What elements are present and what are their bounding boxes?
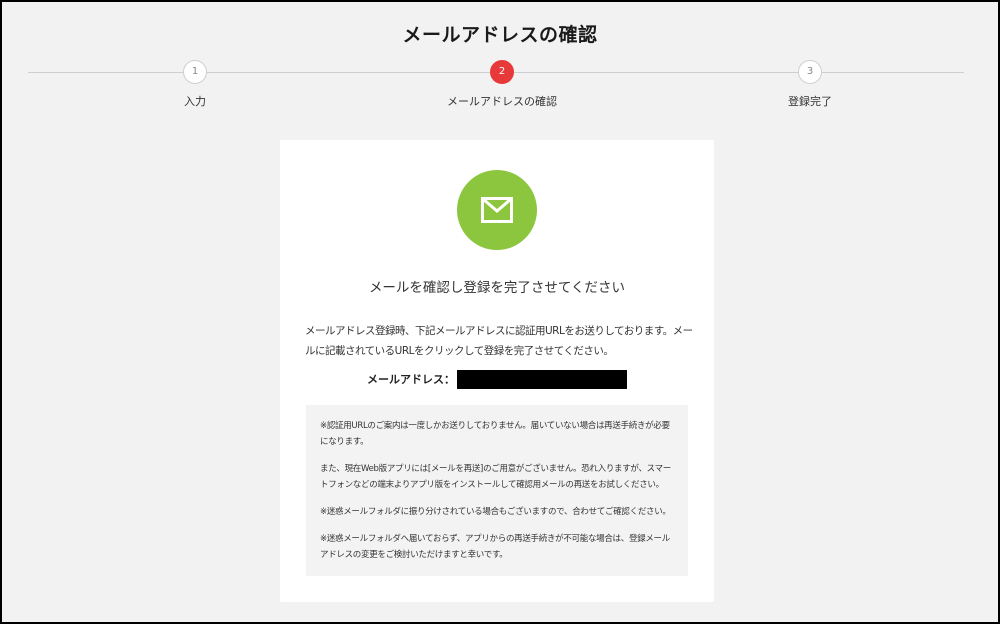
card-heading: メールを確認し登録を完了させてください	[368, 280, 626, 296]
page-title: メールアドレスの確認	[402, 24, 598, 46]
step-number: 1	[183, 60, 207, 84]
page-frame: メールアドレスの確認 1 入力 2 メールアドレスの確認 3 登録完了 メールを…	[0, 0, 1000, 624]
email-label: メールアドレス：	[367, 373, 455, 386]
card-description: メールアドレス登録時、下記メールアドレスに認証用URLをお送りしております。メー…	[305, 325, 693, 357]
email-row: メールアドレス：	[280, 370, 714, 390]
step-number: 3	[798, 60, 822, 84]
step-label: 入力	[184, 95, 206, 108]
progress-stepper: 1 入力 2 メールアドレスの確認 3 登録完了	[28, 60, 964, 116]
notice-text: ※迷惑メールフォルダへ届いておらず、アプリからの再送手続きが不可能な場合は、登録…	[320, 534, 670, 560]
step-input: 1 入力	[115, 60, 275, 109]
step-email-confirm: 2 メールアドレスの確認	[422, 60, 582, 109]
mail-icon	[457, 170, 537, 250]
step-label: 登録完了	[788, 95, 832, 108]
notice-box: ※認証用URLのご案内は一度しかお送りしておりません。届いていない場合は再送手続…	[306, 405, 688, 576]
step-label: メールアドレスの確認	[447, 95, 557, 108]
notice-text: ※迷惑メールフォルダに振り分けされている場合もございますので、合わせてご確認くだ…	[320, 507, 671, 517]
confirmation-card: メールを確認し登録を完了させてください メールアドレス登録時、下記メールアドレス…	[280, 140, 714, 602]
email-value-redacted	[457, 370, 627, 389]
notice-text: また、現在Web版アプリには[メールを再送]のご用意がございません。恐れ入ります…	[320, 464, 671, 490]
notice-text: ※認証用URLのご案内は一度しかお送りしておりません。届いていない場合は再送手続…	[320, 421, 670, 447]
step-number: 2	[490, 60, 514, 84]
step-complete: 3 登録完了	[730, 60, 890, 109]
